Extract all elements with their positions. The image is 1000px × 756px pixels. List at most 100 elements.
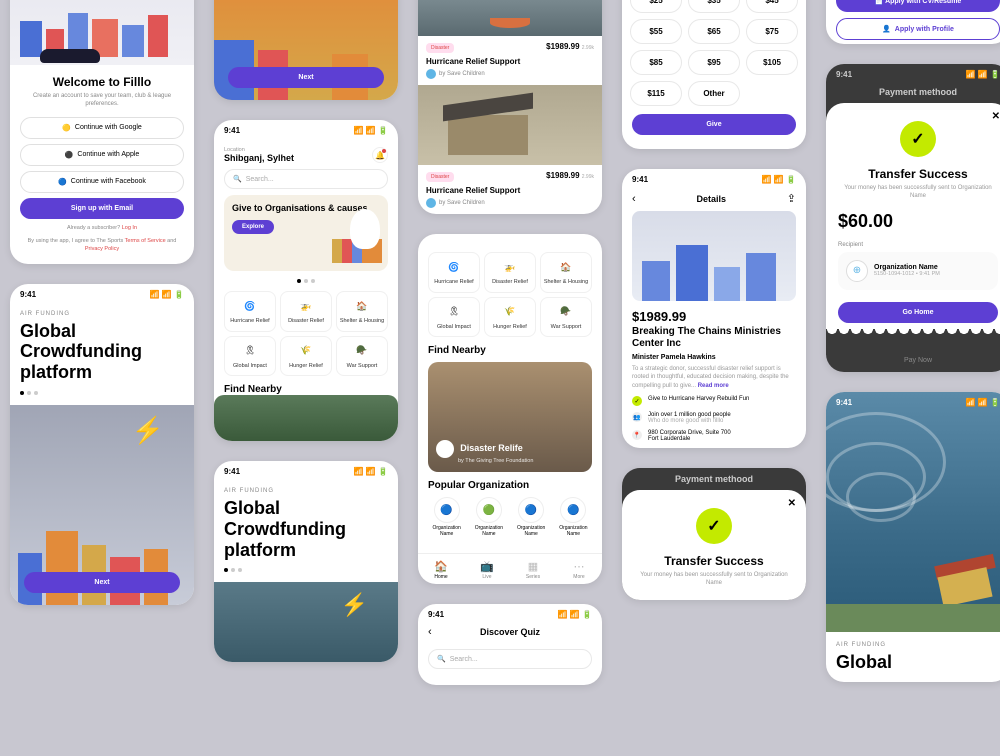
live-icon: 📺 (464, 560, 510, 573)
discover-search-input[interactable]: 🔍 Search... (428, 649, 592, 669)
storm-illustration: ⚡ Next (10, 405, 194, 605)
bottom-tabs: 🏠Home📺Live▦Series⋯More (418, 553, 602, 584)
category-war-support[interactable]: 🪖War Support (336, 336, 388, 377)
org-item[interactable]: 🔵Organization Name (428, 497, 465, 537)
car-icon (40, 49, 100, 63)
category-war-support[interactable]: 🪖War Support (540, 297, 592, 338)
banner-dots (224, 279, 388, 283)
login-link[interactable]: Log In (122, 225, 137, 231)
continue-facebook-button[interactable]: 🔵 Continue with Facebook (20, 171, 184, 193)
amount-picker-screen: $25 $35 $45 $55$65$75 $85$95$105 $115Other Gi… (622, 0, 806, 149)
tab-home[interactable]: 🏠Home (418, 560, 464, 580)
person-icon: 👤 (882, 25, 891, 33)
category-hurricane-relief[interactable]: 🌀Hurricane Relief (428, 252, 480, 293)
disaster-list-screen: Disaster $1989.99 2.99k Hurricane Relief… (418, 0, 602, 214)
pin-icon: 📍 (632, 430, 642, 440)
continue-apple-button[interactable]: ⚫ Continue with Apple (20, 144, 184, 166)
welcome-title: Welcome to Filllo (20, 75, 184, 89)
category-icon: 🏠 (558, 259, 574, 275)
apply-profile-button[interactable]: 👤 Apply with Profile (836, 18, 1000, 40)
category-shelter-housing[interactable]: 🏠Shelter & Housing (540, 252, 592, 293)
go-home-button[interactable]: Go Home (838, 302, 998, 323)
read-more-link[interactable]: Read more (698, 383, 729, 389)
category-shelter-housing[interactable]: 🏠Shelter & Housing (336, 291, 388, 332)
org-logo-icon: 🔵 (518, 497, 544, 523)
category-hunger-relief[interactable]: 🌾Hunger Relief (484, 297, 536, 338)
card-price: $1989.99 2.99k (546, 42, 594, 51)
amount-option[interactable]: $45 (746, 0, 798, 13)
tab-live[interactable]: 📺Live (464, 560, 510, 580)
runner-icon (350, 209, 380, 249)
org-logo-icon: 🟢 (476, 497, 502, 523)
back-button[interactable]: ‹ (428, 626, 432, 638)
card-org: by Save Children (426, 69, 594, 79)
category-hunger-relief[interactable]: 🌾Hunger Relief (280, 336, 332, 377)
amount-option[interactable]: Other (688, 81, 740, 106)
category-icon: 🎗 (242, 343, 258, 359)
share-button[interactable]: ⇪ (787, 192, 796, 205)
org-logo-icon: 🔵 (560, 497, 586, 523)
next-button-2[interactable]: Next (228, 67, 384, 88)
hero-screen-2: 9:41📶 📶 🔋 AIR FUNDING Global Crowdfundin… (214, 461, 398, 662)
recipient-avatar-icon: ⊕ (846, 260, 868, 282)
brand-label: AIR FUNDING (20, 311, 184, 317)
hero-title: Global Crowdfunding platform (20, 321, 184, 383)
explore-button[interactable]: Explore (232, 220, 274, 234)
disaster-card-2-image[interactable] (418, 85, 602, 165)
amount-option[interactable]: $55 (630, 19, 682, 44)
give-button[interactable]: Give (632, 114, 796, 135)
amount-option[interactable]: $85 (630, 50, 682, 75)
location-value[interactable]: Shibganj, Sylhet (224, 153, 294, 163)
hero-screen-1: 9:41📶 📶 🔋 AIR FUNDING Global Crowdfundin… (10, 284, 194, 605)
document-icon: 📄 (875, 0, 884, 5)
amount-option[interactable]: $95 (688, 50, 740, 75)
category-icon: 🌾 (502, 304, 518, 320)
tab-series[interactable]: ▦Series (510, 560, 556, 580)
next-screen: Next (214, 0, 398, 100)
back-button[interactable]: ‹ (632, 193, 636, 205)
amount-option[interactable]: $75 (746, 19, 798, 44)
category-disaster-relief[interactable]: 🚁Disaster Relief (484, 252, 536, 293)
pay-now-link[interactable]: Pay Now (826, 355, 1000, 372)
org-item[interactable]: 🔵Organization Name (555, 497, 592, 537)
success-check-icon: ✓ (900, 121, 936, 157)
notifications-button[interactable]: 🔔 (372, 147, 388, 163)
apply-cv-button[interactable]: 📄 Apply with CV/Resume (836, 0, 1000, 12)
org-item[interactable]: 🟢Organization Name (470, 497, 507, 537)
next-button[interactable]: Next (24, 572, 180, 593)
home-screen: 9:41📶 📶 🔋 Location Shibganj, Sylhet 🔔 🔍 … (214, 120, 398, 441)
close-button[interactable]: ✕ (992, 111, 1000, 122)
amount-option[interactable]: $25 (630, 0, 682, 13)
signup-email-button[interactable]: Sign up with Email (20, 198, 184, 219)
home-icon: 🏠 (418, 560, 464, 573)
category-icon: 🚁 (298, 298, 314, 314)
find-nearby-header: Find Nearby (224, 384, 388, 395)
privacy-link[interactable]: Privacy Policy (85, 246, 119, 252)
category-icon: 🌀 (242, 298, 258, 314)
category-global-impact[interactable]: 🎗Global Impact (224, 336, 276, 377)
category-disaster-relief[interactable]: 🚁Disaster Relief (280, 291, 332, 332)
success-check-icon: ✓ (696, 508, 732, 544)
nearby-preview-image[interactable] (214, 395, 398, 441)
amount-option[interactable]: $35 (688, 0, 740, 13)
transfer-amount: $60.00 (838, 211, 998, 232)
category-icon: 🌾 (298, 343, 314, 359)
disaster-card-1-image[interactable] (418, 0, 602, 36)
search-input[interactable]: 🔍 Search... (224, 169, 388, 189)
close-button[interactable]: ✕ (788, 498, 796, 509)
amount-option[interactable]: $105 (746, 50, 798, 75)
category-hurricane-relief[interactable]: 🌀Hurricane Relief (224, 291, 276, 332)
amount-option[interactable]: $115 (630, 81, 682, 106)
nearby-disaster-card[interactable]: Disaster Relife by The Giving Tree Found… (428, 362, 592, 472)
lightning-icon: ⚡ (341, 592, 368, 618)
discover-quiz-screen: 9:41📶 📶 🔋 ‹ Discover Quiz 🔍 Search... (418, 604, 602, 685)
already-subscriber-text: Already a subscriber? Log In (20, 225, 184, 233)
org-item[interactable]: 🔵Organization Name (513, 497, 550, 537)
amount-option[interactable]: $65 (688, 19, 740, 44)
terms-link[interactable]: Terms of Service (125, 238, 166, 244)
tab-more[interactable]: ⋯More (556, 560, 602, 580)
details-minister: Minister Pamela Hawkins (622, 354, 806, 365)
continue-google-button[interactable]: 🟡 Continue with Google (20, 117, 184, 139)
category-global-impact[interactable]: 🎗Global Impact (428, 297, 480, 338)
category-icon: 🌀 (446, 259, 462, 275)
